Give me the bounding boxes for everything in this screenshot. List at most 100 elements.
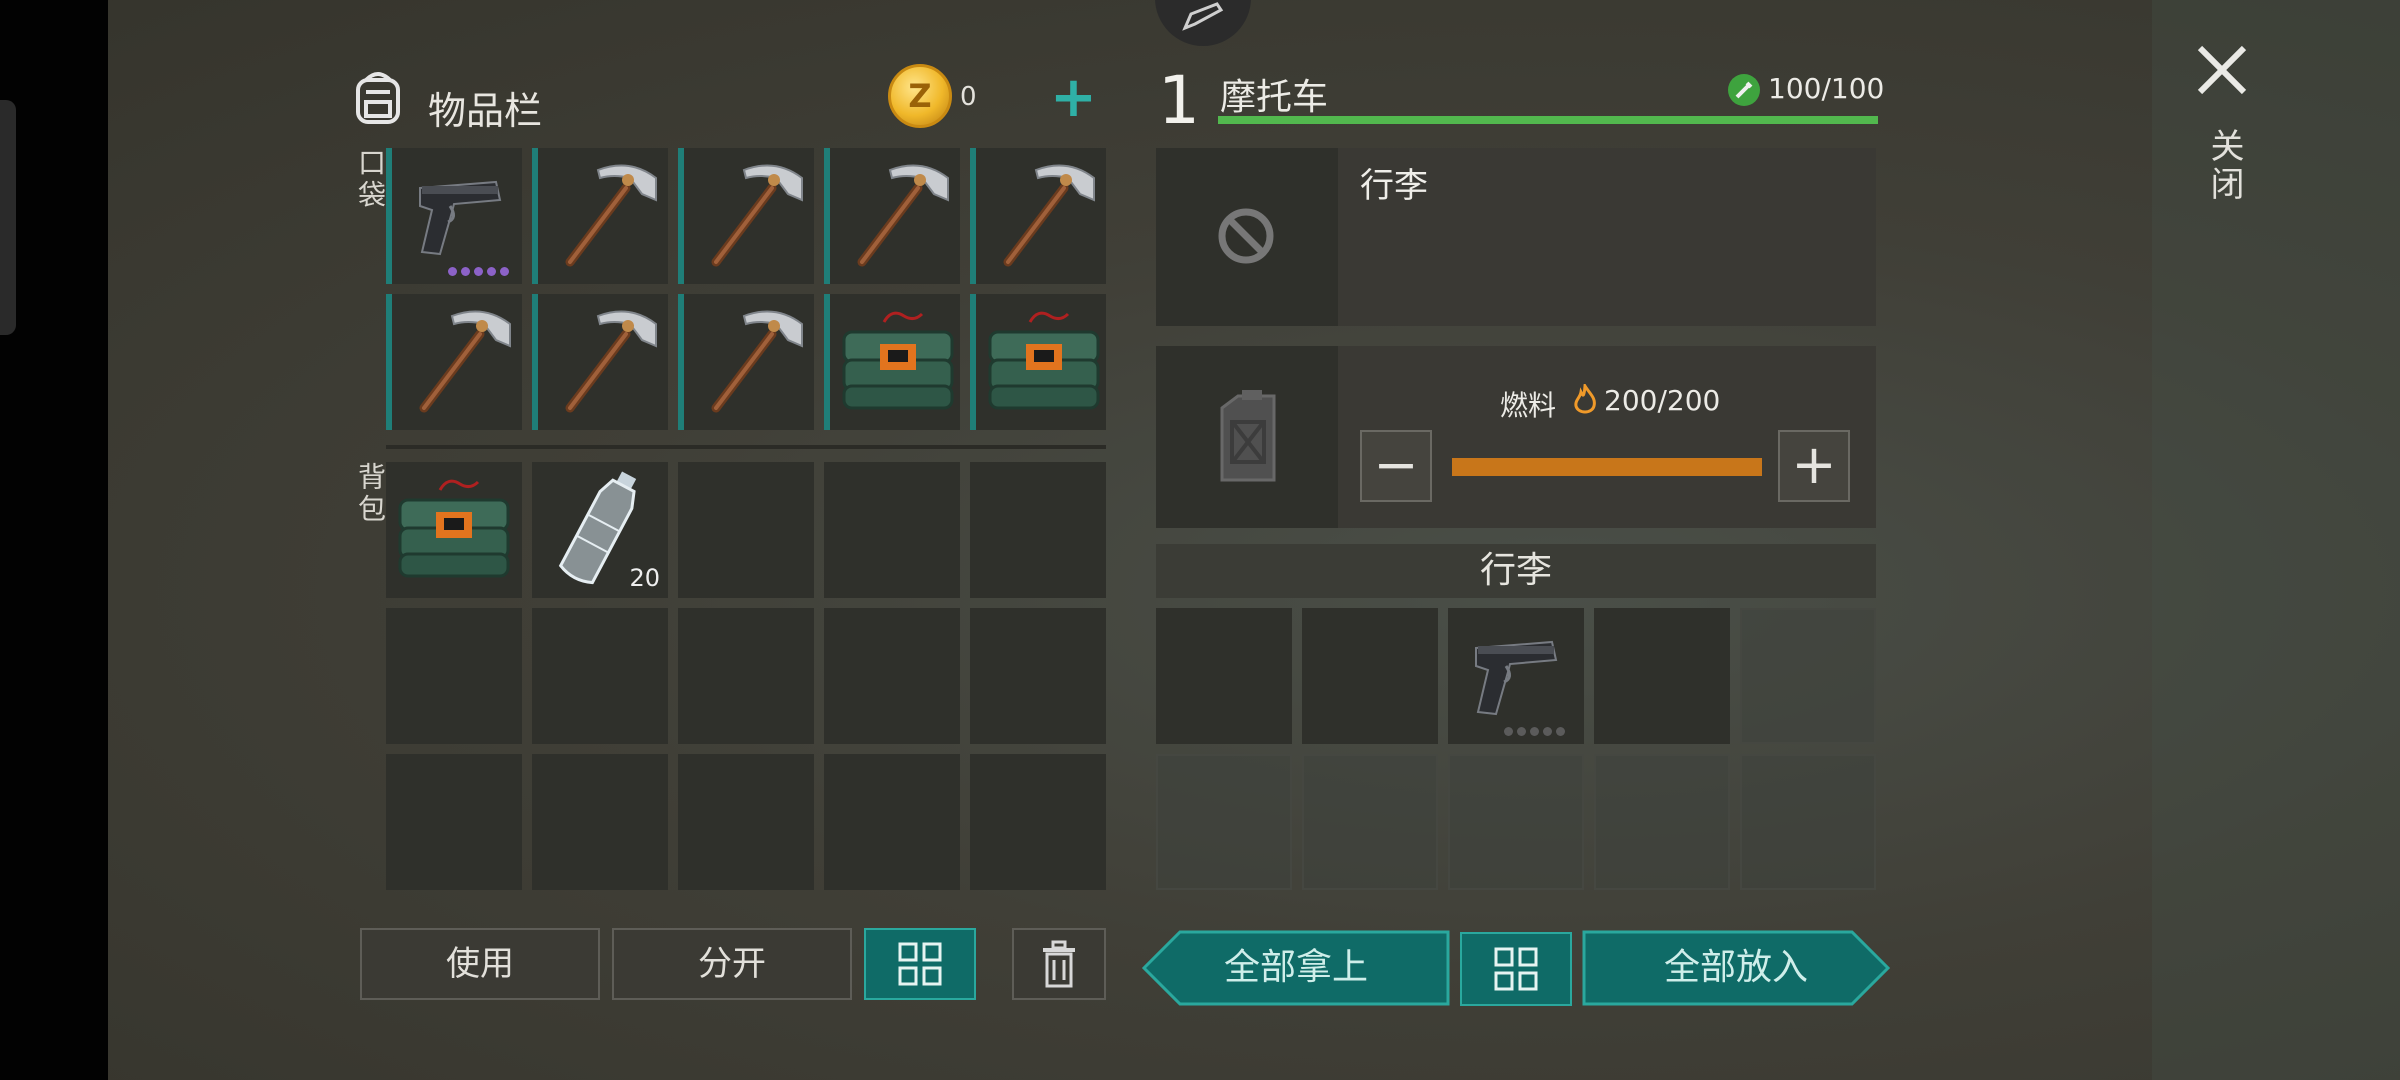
item-slot-water-bottle[interactable]: 20 [532, 462, 668, 598]
durability-dot [1504, 727, 1513, 736]
grid-sort-icon [1494, 947, 1538, 991]
durability-dot [500, 267, 509, 276]
coin-count: 0 [960, 82, 977, 112]
top-badge [1155, 0, 1251, 46]
backpack-icon [348, 66, 408, 130]
empty-slot[interactable] [1156, 608, 1292, 744]
empty-slot[interactable] [678, 462, 814, 598]
grid-sort-icon [898, 942, 942, 986]
empty-slot[interactable] [1594, 608, 1730, 744]
item-slot-pickaxe[interactable] [532, 294, 668, 430]
close-label[interactable]: 关闭 [2200, 128, 2249, 204]
flame-icon [1574, 384, 1596, 414]
coin-icon: Z [888, 64, 952, 128]
trash-icon [1043, 940, 1075, 988]
empty-slot[interactable] [1156, 754, 1292, 890]
split-button[interactable]: 分开 [612, 928, 852, 1000]
wrench-icon [1728, 74, 1760, 106]
use-button[interactable]: 使用 [360, 928, 600, 1000]
device-notch [0, 100, 16, 335]
empty-slot[interactable] [1594, 754, 1730, 890]
empty-slot[interactable] [970, 462, 1106, 598]
empty-slot[interactable] [970, 754, 1106, 890]
sort-button[interactable] [864, 928, 976, 1000]
item-slot-explosive-crate[interactable] [386, 462, 522, 598]
storage-header: 行李 [1156, 544, 1876, 598]
item-slot-pickaxe[interactable] [970, 148, 1106, 284]
empty-slot[interactable] [1740, 754, 1876, 890]
item-slot-pickaxe[interactable] [532, 148, 668, 284]
item-slot-explosive-crate[interactable] [824, 294, 960, 430]
item-slot-pistol[interactable] [386, 148, 522, 284]
empty-slot[interactable] [532, 754, 668, 890]
item-slot-pistol[interactable] [1448, 608, 1584, 744]
item-slot-pickaxe[interactable] [678, 294, 814, 430]
durability-dot [461, 267, 470, 276]
pickaxe-icon [538, 294, 674, 434]
explosive-crate-icon [386, 462, 522, 602]
pocket-label: 口袋 [354, 148, 387, 212]
empty-slot[interactable] [1448, 754, 1584, 890]
empty-slot[interactable] [824, 754, 960, 890]
fuel-value: 200/200 [1604, 384, 1721, 417]
empty-slot[interactable] [970, 608, 1106, 744]
put-all-label: 全部放入 [1663, 947, 1808, 988]
pencil-icon [1182, 2, 1224, 31]
storage-sort-button[interactable] [1460, 932, 1572, 1006]
durability-dot [474, 267, 483, 276]
vehicle-hp-bar [1218, 116, 1878, 124]
durability-dot [1530, 727, 1539, 736]
coin-symbol: Z [908, 77, 932, 115]
durability-dot [1517, 727, 1526, 736]
right-shade [2152, 0, 2400, 1080]
luggage-slot[interactable] [1156, 148, 1338, 326]
empty-slot[interactable] [1302, 608, 1438, 744]
empty-slot[interactable] [678, 754, 814, 890]
section-divider [386, 445, 1106, 449]
vehicle-slot-number: 1 [1158, 62, 1200, 139]
fuel-label: 燃料 [1500, 389, 1557, 422]
item-count: 20 [629, 564, 660, 592]
blocked-icon [1218, 208, 1274, 264]
explosive-crate-icon [830, 294, 966, 434]
pickaxe-icon [684, 148, 820, 288]
empty-slot[interactable] [1740, 608, 1876, 744]
empty-slot[interactable] [678, 608, 814, 744]
durability-dots [1504, 727, 1565, 736]
item-slot-pickaxe[interactable] [386, 294, 522, 430]
empty-slot[interactable] [824, 608, 960, 744]
explosive-crate-icon [976, 294, 1112, 434]
take-all-label-wrap: 全部拿上 [1142, 930, 1450, 1006]
close-icon[interactable] [2192, 40, 2252, 100]
backpack-label: 背包 [354, 462, 387, 526]
durability-dot [1556, 727, 1565, 736]
fuel-minus-button[interactable]: − [1360, 430, 1432, 502]
jerrycan-icon [1220, 390, 1276, 482]
pickaxe-icon [538, 148, 674, 288]
item-slot-pickaxe[interactable] [678, 148, 814, 284]
empty-slot[interactable] [824, 462, 960, 598]
empty-slot[interactable] [532, 608, 668, 744]
vehicle-name: 摩托车 [1220, 77, 1329, 118]
pickaxe-icon [392, 294, 528, 434]
left-device-bar [0, 0, 108, 1080]
fuel-bar[interactable] [1452, 458, 1762, 476]
add-coins-button[interactable]: + [1050, 66, 1097, 130]
durability-dot [448, 267, 457, 276]
item-slot-pickaxe[interactable] [824, 148, 960, 284]
pickaxe-icon [684, 294, 820, 434]
pickaxe-icon [976, 148, 1112, 288]
fuel-slot[interactable] [1156, 346, 1338, 528]
item-slot-explosive-crate[interactable] [970, 294, 1106, 430]
empty-slot[interactable] [386, 608, 522, 744]
empty-slot[interactable] [386, 754, 522, 890]
luggage-title: 行李 [1360, 166, 1428, 206]
vehicle-hp-text: 100/100 [1768, 72, 1885, 105]
durability-dots [448, 267, 509, 276]
vehicle-hp-fill [1218, 116, 1878, 124]
durability-dot [1543, 727, 1552, 736]
fuel-plus-button[interactable]: + [1778, 430, 1850, 502]
empty-slot[interactable] [1302, 754, 1438, 890]
trash-button[interactable] [1012, 928, 1106, 1000]
put-all-label-wrap: 全部放入 [1582, 930, 1890, 1006]
